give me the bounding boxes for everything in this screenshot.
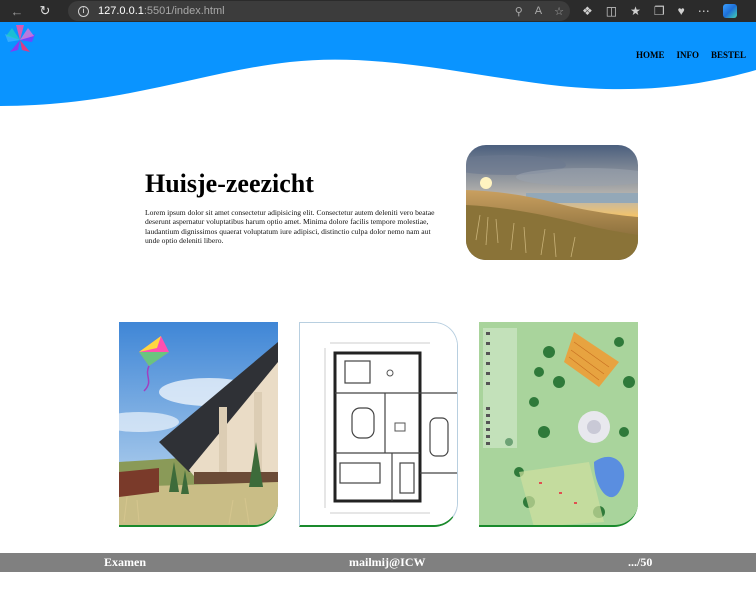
favorites-icon[interactable]: ★: [630, 4, 641, 18]
site-info-icon[interactable]: i: [78, 5, 89, 17]
collections-icon[interactable]: ❐: [654, 4, 665, 18]
header-wave: [0, 22, 756, 106]
footer-exam-label: Examen: [104, 555, 146, 569]
more-menu-icon[interactable]: ⋯: [698, 4, 710, 18]
favorite-star-icon[interactable]: ☆: [554, 5, 564, 18]
card-house-photo[interactable]: [119, 322, 278, 527]
reload-icon[interactable]: ↻: [34, 0, 56, 22]
main-nav: HOME INFO BESTEL: [636, 50, 746, 60]
nav-info-link[interactable]: INFO: [676, 50, 699, 60]
browser-toolbar: ← ↻ i 127.0.0.1:5501/index.html ⚲ A ☆ ❖ …: [0, 0, 756, 22]
browser-essentials-icon[interactable]: ♥: [678, 4, 685, 18]
intro-paragraph: Lorem ipsum dolor sit amet consectetur a…: [145, 208, 435, 246]
url-path: :5501/index.html: [143, 5, 225, 17]
read-aloud-icon[interactable]: A: [535, 5, 542, 17]
site-header: HOME INFO BESTEL: [0, 22, 756, 112]
zoom-icon[interactable]: ⚲: [515, 5, 523, 18]
site-footer: Examen mailmij@ICW .../50: [0, 553, 756, 572]
card-park-map[interactable]: [479, 322, 638, 527]
beach-dunes-photo: [466, 145, 638, 260]
extensions-icon[interactable]: ❖: [582, 4, 593, 18]
footer-email: mailmij@ICW: [349, 555, 426, 569]
footer-score: .../50: [628, 555, 653, 569]
back-icon[interactable]: ←: [6, 0, 28, 22]
nav-home-link[interactable]: HOME: [636, 50, 665, 60]
copilot-icon[interactable]: [722, 4, 737, 18]
address-bar[interactable]: i 127.0.0.1:5501/index.html ⚲ A ☆: [68, 1, 570, 21]
card-floorplan[interactable]: [299, 322, 458, 527]
nav-bestel-link[interactable]: BESTEL: [711, 50, 746, 60]
logo-icon[interactable]: [0, 22, 40, 56]
page-title: Huisje-zeezicht: [145, 169, 314, 198]
url-host: 127.0.0.1: [98, 5, 144, 17]
split-screen-icon[interactable]: ◫: [606, 4, 617, 18]
